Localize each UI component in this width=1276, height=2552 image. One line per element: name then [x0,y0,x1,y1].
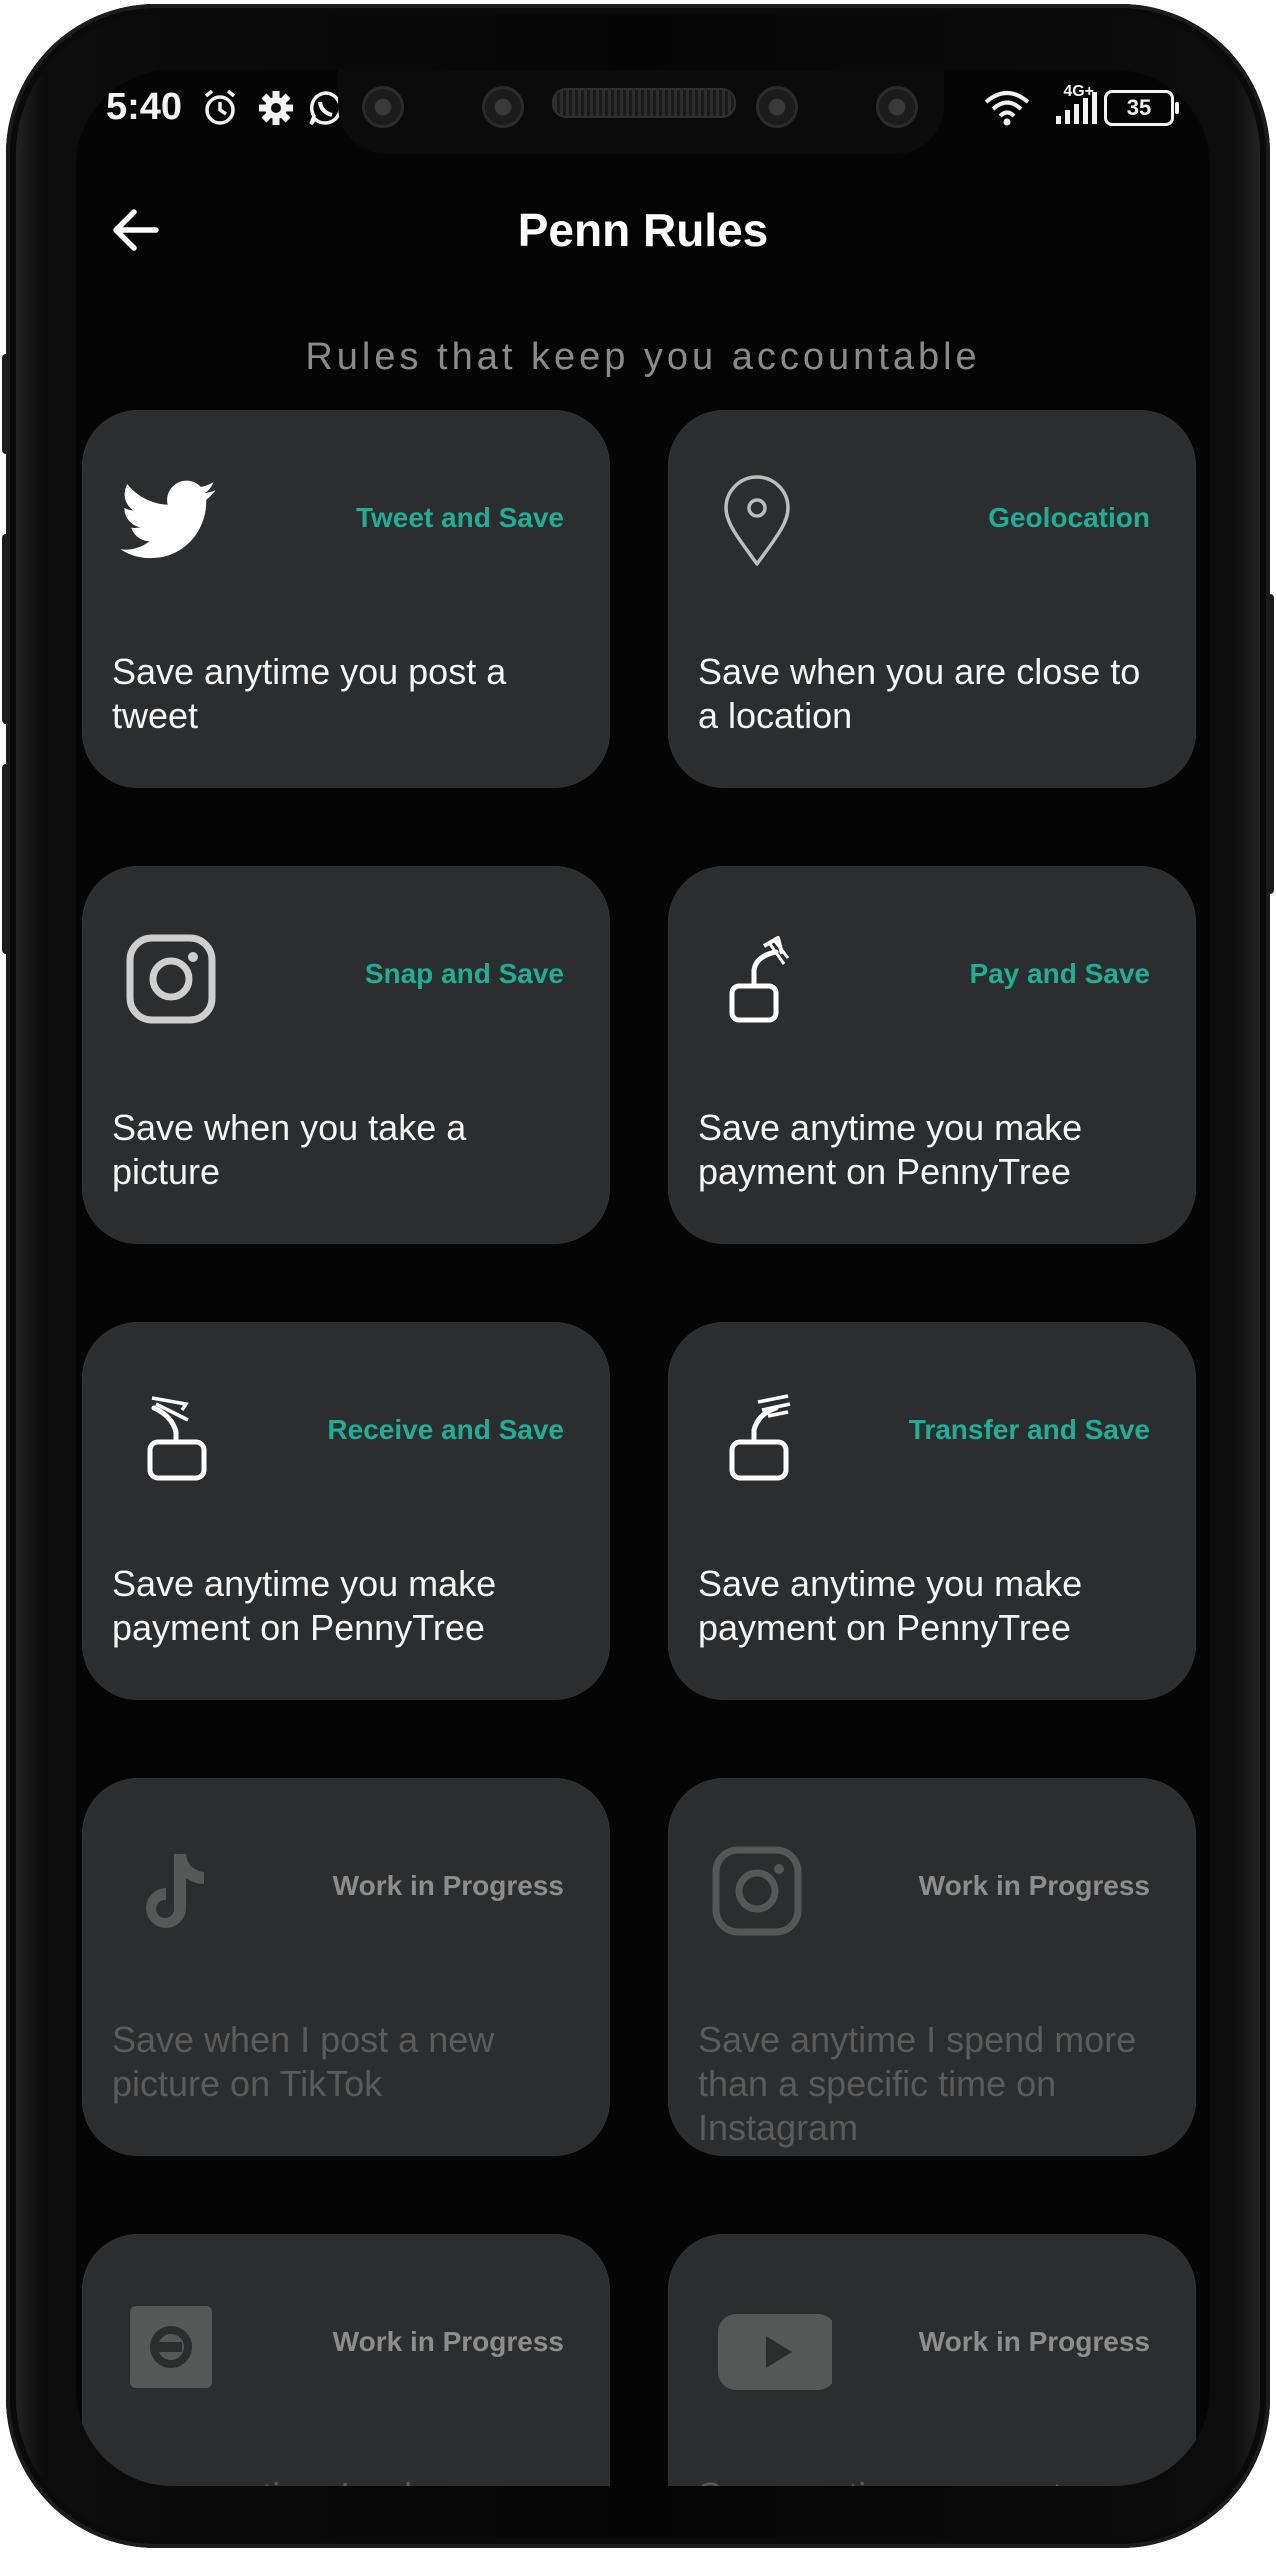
rule-card-instagram-time: Work in Progress Save anytime I spend mo… [668,1778,1196,2156]
rule-tag: Work in Progress [918,1870,1150,1901]
rule-card-geolocation[interactable]: Geolocation Save when you are close to a… [668,410,1196,788]
youtube-icon [718,2314,832,2390]
rule-card-snap[interactable]: Snap and Save Save when you take a pictu… [82,866,610,1244]
rule-description: Save when you are close to a location [698,651,1141,736]
front-camera-icon [756,86,798,128]
rule-tag: Pay and Save [969,958,1150,989]
rule-tag: Work in Progress [332,2326,564,2357]
rule-tag: Work in Progress [332,1870,564,1901]
rule-description: Save anytime I spend more than a specifi… [698,2019,1137,2148]
rule-tag: Work in Progress [918,2326,1150,2357]
instagram-icon [712,1846,802,1936]
sensor-icon [482,86,524,128]
rule-description: Save anytime you post a [698,2474,1166,2486]
rule-tag: Tweet and Save [355,502,564,533]
rule-tag: Snap and Save [364,958,564,989]
front-camera-icon [362,86,404,128]
earpiece-speaker [552,88,736,118]
rule-card-tweet[interactable]: Tweet and Save Save anytime you post a t… [82,410,610,788]
wifi-icon [984,91,1030,126]
rule-description: Save anytime you make payment on PennyTr… [112,1563,497,1648]
rule-card-youtube: Work in Progress Save anytime you post a [668,2234,1196,2486]
status-time: 5:40 [106,86,183,128]
volume-button [2,354,10,454]
receive-icon [147,1396,207,1481]
transfer-icon [729,1394,791,1481]
status-bar: 5:40 4G+ 35 [76,70,1210,170]
volume-up-button [2,534,10,724]
rule-description: Save anytime I order on [112,2474,580,2486]
rule-card-transfer[interactable]: Transfer and Save Save anytime you make … [668,1322,1196,1700]
battery-indicator: 35 [1104,90,1179,126]
rule-description: Save anytime you make payment on PennyTr… [698,1563,1083,1648]
rule-tag: Receive and Save [327,1414,564,1445]
rule-description: Save anytime you make payment on PennyTr… [698,1107,1083,1192]
twitter-icon [120,480,216,559]
rule-tag: Geolocation [988,502,1150,533]
pay-icon [729,936,790,1023]
screen: 5:40 4G+ 35 Penn Rules Rules that keep y… [76,70,1210,2486]
sensor-icon [876,86,918,128]
page-subtitle: Rules that keep you accountable [305,336,981,378]
rule-card-tiktok: Work in Progress Save when I post a new … [82,1778,610,2156]
rule-card-uber: Work in Progress Save anytime I order on [82,2234,610,2486]
page-title: Penn Rules [517,204,769,256]
alarm-icon [204,89,236,125]
rule-description: Save anytime you post a tweet [112,651,507,736]
rule-card-pay[interactable]: Pay and Save Save anytime you make payme… [668,866,1196,1244]
volume-down-button [2,764,10,954]
rule-description: Save when you take a picture [112,1107,467,1192]
camera-notch [338,70,944,154]
uber-icon [130,2306,212,2388]
tiktok-icon [146,1854,204,1928]
phone-frame: 5:40 4G+ 35 Penn Rules Rules that keep y… [2,4,1274,2548]
rule-card-receive[interactable]: Receive and Save Save anytime you make p… [82,1322,610,1700]
location-pin-icon [724,475,790,566]
settings-icon [259,91,293,125]
rule-tag: Transfer and Save [908,1414,1150,1445]
instagram-icon [126,934,216,1024]
rule-description: Save when I post a new picture on TikTok [112,2019,495,2104]
signal-icon [1056,92,1097,124]
power-button [1266,594,1274,894]
